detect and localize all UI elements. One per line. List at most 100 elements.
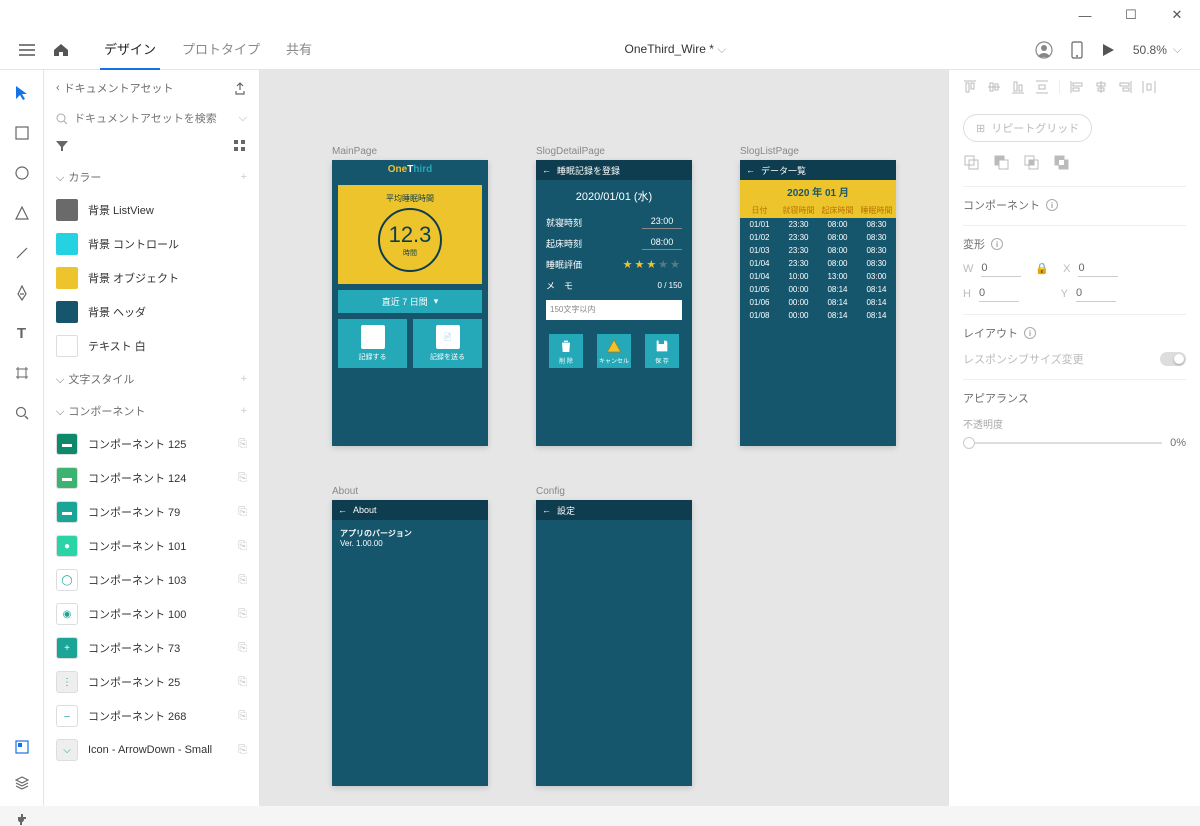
maximize-button[interactable]: ☐ <box>1108 0 1154 30</box>
tab-prototype[interactable]: プロトタイプ <box>178 29 264 70</box>
publish-icon[interactable] <box>233 81 247 95</box>
memo-input[interactable]: 150文字以内 <box>546 300 682 320</box>
table-row[interactable]: 01/0500:0008:1408:14 <box>740 283 896 296</box>
table-row[interactable]: 01/0423:3008:0008:30 <box>740 257 896 270</box>
plugins-panel-icon[interactable] <box>15 812 29 826</box>
line-tool[interactable] <box>13 244 31 262</box>
rating-stars[interactable]: ★★★★★ <box>623 258 682 271</box>
align-right-icon[interactable] <box>1118 80 1132 94</box>
save-button[interactable]: 保 存 <box>645 334 679 368</box>
hamburger-icon[interactable] <box>14 37 40 63</box>
waketime-value[interactable]: 08:00 <box>642 237 682 250</box>
period-select[interactable]: 直近 7 日間▾ <box>338 290 482 313</box>
repeat-grid-button[interactable]: ⊞リピートグリッド <box>963 114 1092 142</box>
section-components[interactable]: ⌵コンポーネント+ <box>44 395 259 427</box>
layers-panel-icon[interactable] <box>15 776 29 790</box>
component-row[interactable]: ▬コンポーネント 124⎘ <box>44 461 259 495</box>
artboard-main[interactable]: OneThird 平均睡眠時間 12.3時間 直近 7 日間▾ ✎記録する 📄記… <box>332 160 488 446</box>
play-icon[interactable] <box>1101 43 1115 57</box>
distribute-h-icon[interactable] <box>1142 80 1156 94</box>
table-row[interactable]: 01/0323:3008:0008:30 <box>740 244 896 257</box>
align-top-icon[interactable] <box>963 80 977 94</box>
x-input[interactable]: 0 <box>1078 260 1118 277</box>
tab-share[interactable]: 共有 <box>282 29 316 70</box>
color-swatch-row[interactable]: テキスト 白 <box>44 329 259 363</box>
boolean-intersect-icon[interactable] <box>1023 154 1039 170</box>
table-row[interactable]: 01/0123:3008:0008:30 <box>740 218 896 231</box>
component-row[interactable]: ▬コンポーネント 79⎘ <box>44 495 259 529</box>
record-button[interactable]: ✎記録する <box>338 319 407 368</box>
width-input[interactable]: 0 <box>981 260 1021 277</box>
color-swatch-row[interactable]: 背景 ListView <box>44 193 259 227</box>
select-tool[interactable] <box>13 84 31 102</box>
table-row[interactable]: 01/0800:0008:1408:14 <box>740 309 896 322</box>
cancel-button[interactable]: キャンセル <box>597 334 631 368</box>
back-icon[interactable]: ← <box>338 505 347 515</box>
component-row[interactable]: –コンポーネント 268⎘ <box>44 699 259 733</box>
component-row[interactable]: ⌵Icon - ArrowDown - Small⎘ <box>44 733 259 767</box>
artboard-tool[interactable] <box>13 364 31 382</box>
boolean-subtract-icon[interactable] <box>993 154 1009 170</box>
bedtime-value[interactable]: 23:00 <box>642 216 682 229</box>
color-swatch-row[interactable]: 背景 コントロール <box>44 227 259 261</box>
component-row[interactable]: +コンポーネント 73⎘ <box>44 631 259 665</box>
pen-tool[interactable] <box>13 284 31 302</box>
zoom-tool[interactable] <box>13 404 31 422</box>
component-row[interactable]: ◯コンポーネント 103⎘ <box>44 563 259 597</box>
table-row[interactable]: 01/0223:3008:0008:30 <box>740 231 896 244</box>
home-icon[interactable] <box>48 37 74 63</box>
y-input[interactable]: 0 <box>1076 285 1116 302</box>
distribute-v-icon[interactable] <box>1035 80 1049 94</box>
filter-icon[interactable] <box>56 140 68 152</box>
back-icon[interactable]: ← <box>542 165 551 175</box>
artboard-slogdetail[interactable]: ←睡眠記録を登録 2020/01/01 (水) 就寝時刻23:00 起床時刻08… <box>536 160 692 446</box>
zoom-select[interactable]: 50.8%⌵ <box>1133 42 1182 57</box>
artboard-label[interactable]: SlogListPage <box>740 146 799 157</box>
component-row[interactable]: ▬コンポーネント 125⎘ <box>44 427 259 461</box>
assets-search-input[interactable] <box>74 113 233 125</box>
boolean-exclude-icon[interactable] <box>1053 154 1069 170</box>
align-hcenter-icon[interactable] <box>1094 80 1108 94</box>
section-colors[interactable]: ⌵カラー+ <box>44 161 259 193</box>
align-vcenter-icon[interactable] <box>987 80 1001 94</box>
avatar-icon[interactable] <box>1035 41 1053 59</box>
boolean-add-icon[interactable] <box>963 154 979 170</box>
artboard-label[interactable]: SlogDetailPage <box>536 146 605 157</box>
search-dropdown-icon[interactable]: ⌵ <box>239 112 247 125</box>
tab-design[interactable]: デザイン <box>100 29 160 70</box>
close-button[interactable]: ✕ <box>1154 0 1200 30</box>
align-bottom-icon[interactable] <box>1011 80 1025 94</box>
text-tool[interactable]: T <box>13 324 31 342</box>
polygon-tool[interactable] <box>13 204 31 222</box>
component-row[interactable]: ⋮コンポーネント 25⎘ <box>44 665 259 699</box>
opacity-slider[interactable] <box>963 442 1162 444</box>
device-icon[interactable] <box>1071 41 1083 59</box>
assets-back[interactable]: ‹ドキュメントアセット <box>56 80 173 96</box>
grid-view-icon[interactable] <box>233 139 247 153</box>
artboard-label[interactable]: About <box>332 486 358 497</box>
artboard-label[interactable]: MainPage <box>332 146 377 157</box>
rectangle-tool[interactable] <box>13 124 31 142</box>
artboard-sloglist[interactable]: ←データ一覧 2020 年 01 月 日付就寝時間起床時間睡眠時間 01/012… <box>740 160 896 446</box>
table-row[interactable]: 01/0600:0008:1408:14 <box>740 296 896 309</box>
send-button[interactable]: 📄記録を送る <box>413 319 482 368</box>
section-text-styles[interactable]: ⌵文字スタイル+ <box>44 363 259 395</box>
table-row[interactable]: 01/0410:0013:0003:00 <box>740 270 896 283</box>
delete-button[interactable]: 削 除 <box>549 334 583 368</box>
component-row[interactable]: ◉コンポーネント 100⎘ <box>44 597 259 631</box>
ellipse-tool[interactable] <box>13 164 31 182</box>
component-row[interactable]: ●コンポーネント 101⎘ <box>44 529 259 563</box>
artboard-config[interactable]: ←設定 <box>536 500 692 786</box>
document-title[interactable]: OneThird_Wire * ⌵ <box>316 42 1035 57</box>
assets-panel-icon[interactable] <box>15 740 29 754</box>
back-icon[interactable]: ← <box>746 165 755 175</box>
minimize-button[interactable]: — <box>1062 0 1108 30</box>
back-icon[interactable]: ← <box>542 505 551 515</box>
artboard-about[interactable]: ←About アプリのバージョン Ver. 1.00.00 <box>332 500 488 786</box>
color-swatch-row[interactable]: 背景 オブジェクト <box>44 261 259 295</box>
responsive-toggle[interactable] <box>1160 352 1186 366</box>
artboard-label[interactable]: Config <box>536 486 565 497</box>
height-input[interactable]: 0 <box>979 285 1019 302</box>
color-swatch-row[interactable]: 背景 ヘッダ <box>44 295 259 329</box>
align-left-icon[interactable] <box>1070 80 1084 94</box>
